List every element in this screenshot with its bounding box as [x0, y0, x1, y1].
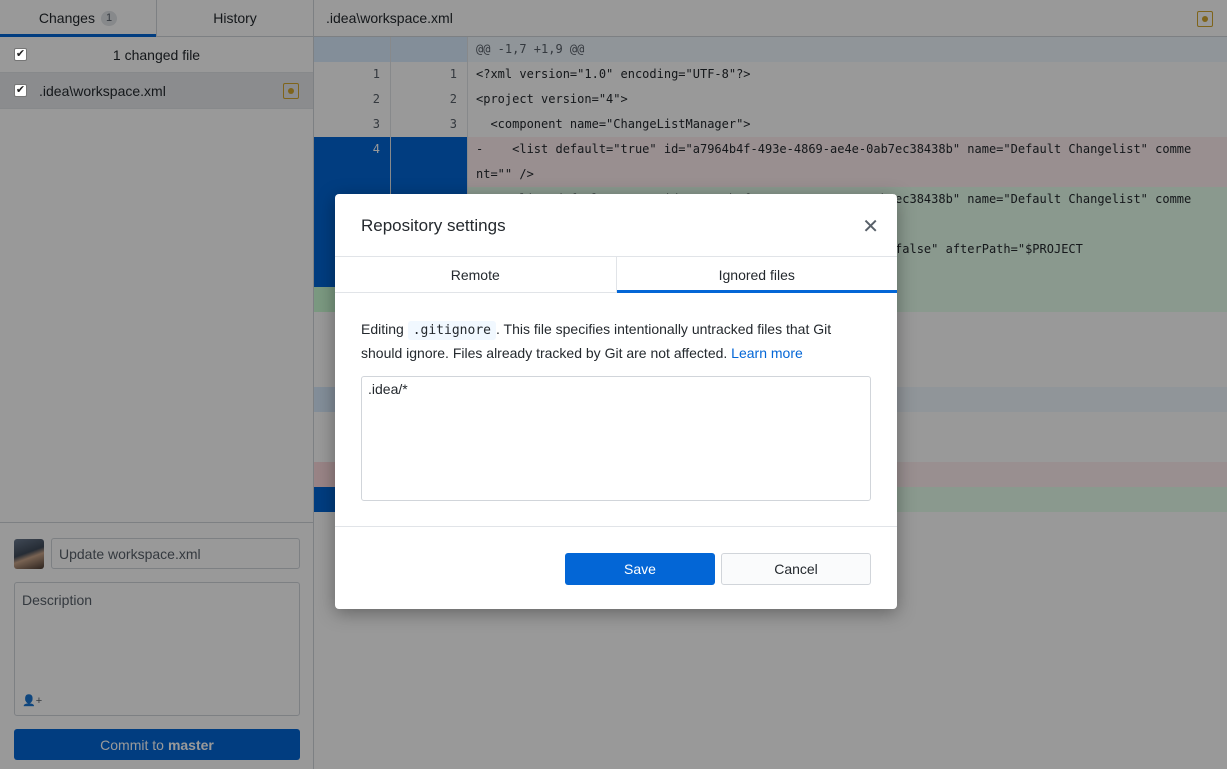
dialog-footer: Save Cancel: [335, 526, 897, 609]
gitignore-textarea[interactable]: .idea/*: [361, 376, 871, 501]
dialog-tabs: Remote Ignored files: [335, 256, 897, 293]
gitignore-filename: .gitignore: [407, 321, 496, 340]
editing-prefix: Editing: [361, 321, 404, 337]
close-icon[interactable]: ✕: [862, 214, 879, 239]
cancel-button[interactable]: Cancel: [721, 553, 871, 585]
save-button[interactable]: Save: [565, 553, 715, 585]
tab-ignored-files[interactable]: Ignored files: [615, 257, 898, 293]
app-window: Changes 1 History ✔ 1 changed file ✔ .id…: [0, 0, 1227, 769]
dialog-title: Repository settings: [361, 216, 506, 235]
learn-more-link[interactable]: Learn more: [731, 345, 803, 361]
tab-remote[interactable]: Remote: [335, 257, 616, 292]
select-all-checkbox[interactable]: ✔: [14, 48, 27, 61]
repository-settings-dialog: Repository settings ✕ Remote Ignored fil…: [335, 194, 897, 609]
file-checkbox[interactable]: ✔: [14, 84, 27, 97]
ignored-files-description: Editing .gitignore. This file specifies …: [361, 318, 871, 365]
